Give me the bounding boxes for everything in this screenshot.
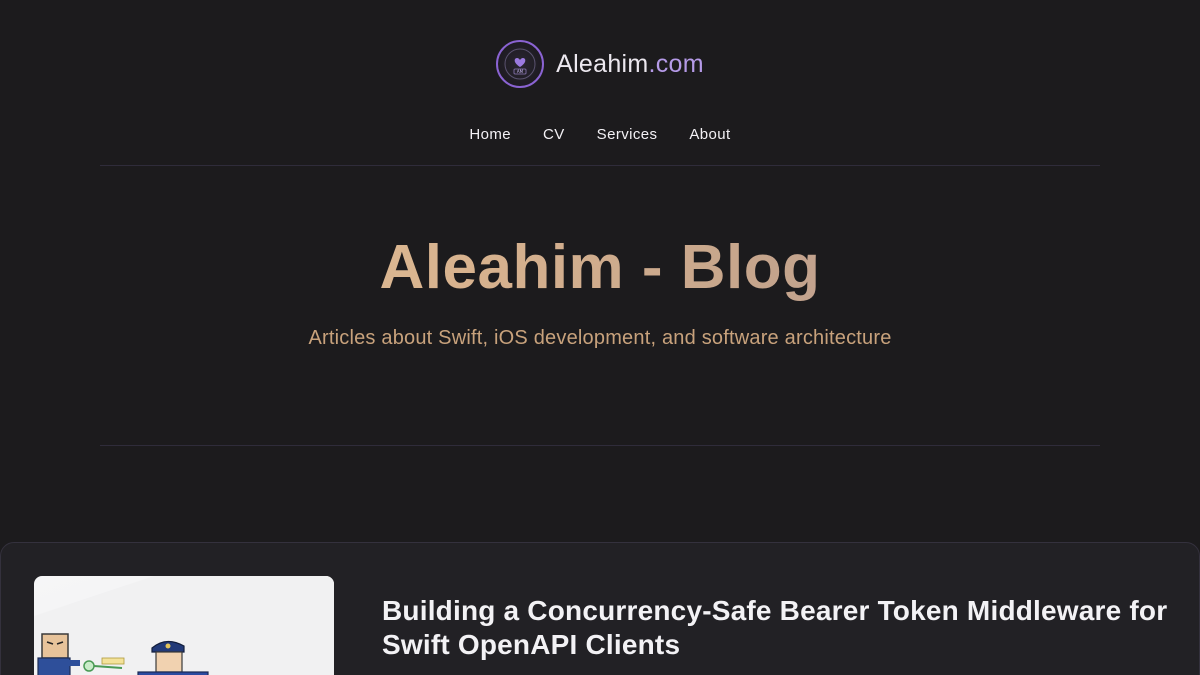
post-title[interactable]: Building a Concurrency-Safe Bearer Token… [382, 594, 1172, 662]
site-name: Aleahim.com [556, 50, 704, 79]
nav-link-cv[interactable]: CV [543, 126, 565, 143]
hero-divider [100, 445, 1100, 446]
brand-link[interactable]: AM Aleahim.com [0, 40, 1200, 88]
heart-emblem-icon: AM [496, 40, 545, 88]
nav-link-services[interactable]: Services [597, 126, 658, 143]
nav-link-about[interactable]: About [689, 126, 730, 143]
header-divider [100, 165, 1100, 166]
main-nav: Home CV Services About [0, 126, 1200, 143]
nav-link-home[interactable]: Home [469, 126, 511, 143]
page-subtitle: Articles about Swift, iOS development, a… [308, 327, 892, 349]
post-card[interactable]: Building a Concurrency-Safe Bearer Token… [0, 542, 1200, 675]
site-name-tld: .com [648, 49, 704, 78]
site-header: AM Aleahim.com Home CV Services About [0, 0, 1200, 166]
cartoon-illustration-icon[interactable] [34, 576, 334, 675]
page-title: Aleahim - Blog [0, 232, 1200, 303]
svg-text:AM: AM [517, 69, 524, 74]
blog-page: AM Aleahim.com Home CV Services About Al… [0, 0, 1200, 675]
site-name-main: Aleahim [556, 49, 649, 78]
